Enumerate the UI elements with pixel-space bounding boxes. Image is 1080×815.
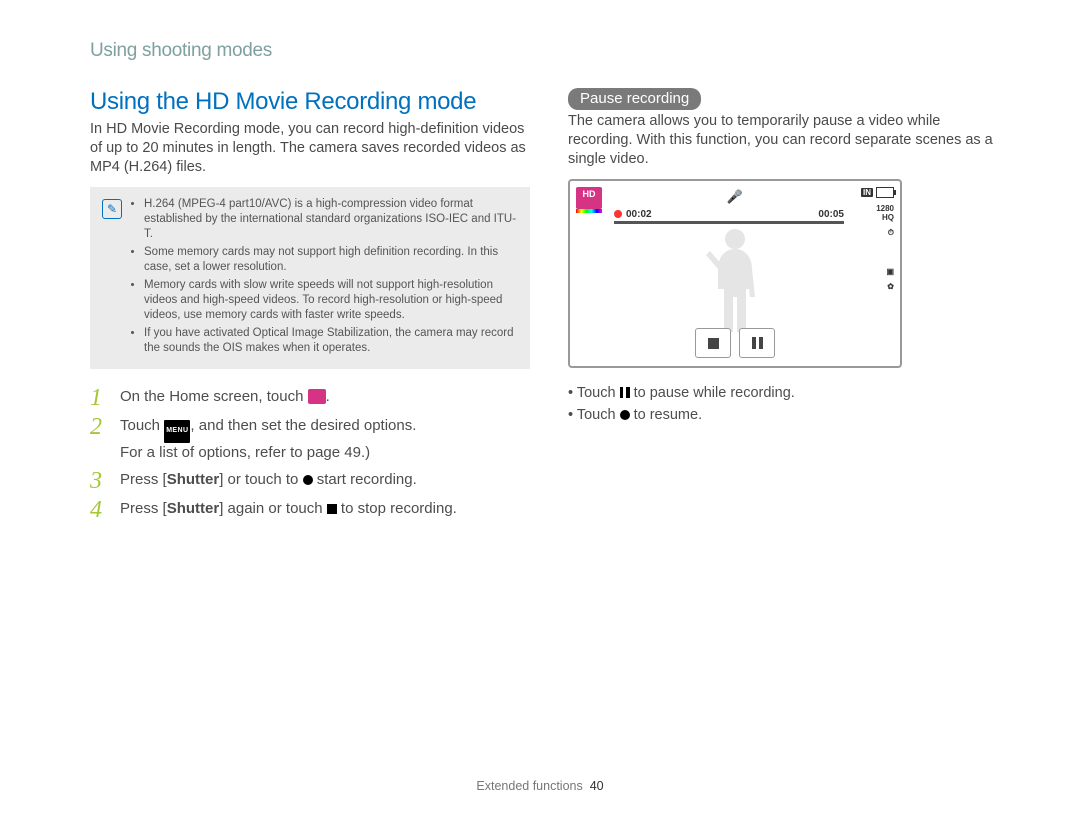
step-1: On the Home screen, touch . <box>90 387 530 409</box>
camera-display-illustration: HD 🎤 00:02 00:05 IN 1280HQ ⏱ <box>568 179 902 368</box>
side-indicators: IN 1280HQ ⏱ ▣ ✿ <box>852 187 894 291</box>
step-text: ] again or touch <box>219 500 327 517</box>
stop-icon <box>327 504 337 514</box>
note-item: H.264 (MPEG-4 part10/AVC) is a high-comp… <box>144 197 518 242</box>
note-box: ✎ H.264 (MPEG-4 part10/AVC) is a high-co… <box>90 187 530 369</box>
hd-movie-icon <box>308 389 326 404</box>
section-title: Using the HD Movie Recording mode <box>90 88 530 116</box>
pause-icon <box>752 337 763 349</box>
hd-badge-icon: HD <box>576 187 602 209</box>
shutter-label: Shutter <box>167 471 220 488</box>
color-bar-icon <box>576 209 602 213</box>
step-2: Touch MENU, and then set the desired opt… <box>90 416 530 463</box>
note-item: Some memory cards may not support high d… <box>144 245 518 275</box>
shutter-label: Shutter <box>167 500 220 517</box>
note-item: Memory cards with slow write speeds will… <box>144 278 518 323</box>
remaining-time: 00:05 <box>818 209 844 220</box>
step-text: Touch <box>120 417 164 434</box>
record-icon <box>303 475 313 485</box>
step-text: On the Home screen, touch <box>120 388 308 405</box>
battery-icon <box>876 187 894 198</box>
step-text: to stop recording. <box>337 500 457 517</box>
display-buttons <box>695 328 775 358</box>
two-column-layout: Using the HD Movie Recording mode In HD … <box>90 88 1020 528</box>
recording-dot-icon <box>614 210 622 218</box>
step-text: Press [ <box>120 500 167 517</box>
step-text: start recording. <box>313 471 417 488</box>
bullet-item: Touch to resume. <box>568 404 1008 426</box>
pause-icon <box>620 387 630 398</box>
record-icon <box>620 410 630 420</box>
step-subtext: For a list of options, refer to page 49.… <box>120 444 370 461</box>
pause-button[interactable] <box>739 328 775 358</box>
step-text: . <box>326 388 330 405</box>
elapsed-time: 00:02 <box>626 209 652 220</box>
ois-icon: ✿ <box>887 282 894 291</box>
resolution-badge: 1280HQ <box>876 204 894 222</box>
pause-body: The camera allows you to temporarily pau… <box>568 112 1008 169</box>
step-3: Press [Shutter] or touch to start record… <box>90 470 530 492</box>
note-item: If you have activated Optical Image Stab… <box>144 326 518 356</box>
step-text: Press [ <box>120 471 167 488</box>
left-column: Using the HD Movie Recording mode In HD … <box>90 88 530 528</box>
storage-in-badge: IN <box>861 188 873 197</box>
menu-icon: MENU <box>164 420 190 443</box>
progress-bar <box>614 221 844 224</box>
timer-icon: ⏱ <box>888 228 894 237</box>
note-icon: ✎ <box>102 199 122 219</box>
microphone-icon: 🎤 <box>727 189 743 205</box>
manual-page: Using shooting modes Using the HD Movie … <box>0 0 1080 815</box>
pause-recording-pill: Pause recording <box>568 88 701 110</box>
step-text: ] or touch to <box>219 471 302 488</box>
burst-icon: ▣ <box>886 267 894 276</box>
bullet-item: Touch to pause while recording. <box>568 382 1008 404</box>
breadcrumb: Using shooting modes <box>90 40 1020 62</box>
footer-section: Extended functions <box>476 779 582 793</box>
stop-icon <box>708 338 719 349</box>
step-4: Press [Shutter] again or touch to stop r… <box>90 499 530 521</box>
person-silhouette <box>700 227 770 337</box>
page-footer: Extended functions 40 <box>0 779 1080 793</box>
right-column: Pause recording The camera allows you to… <box>568 88 1008 528</box>
bullet-list: Touch to pause while recording. Touch to… <box>568 382 1008 426</box>
stop-button[interactable] <box>695 328 731 358</box>
step-text: , and then set the desired options. <box>190 417 416 434</box>
steps-list: On the Home screen, touch . Touch MENU, … <box>90 387 530 521</box>
intro-paragraph: In HD Movie Recording mode, you can reco… <box>90 120 530 177</box>
page-number: 40 <box>590 779 604 793</box>
note-list: H.264 (MPEG-4 part10/AVC) is a high-comp… <box>132 197 518 359</box>
